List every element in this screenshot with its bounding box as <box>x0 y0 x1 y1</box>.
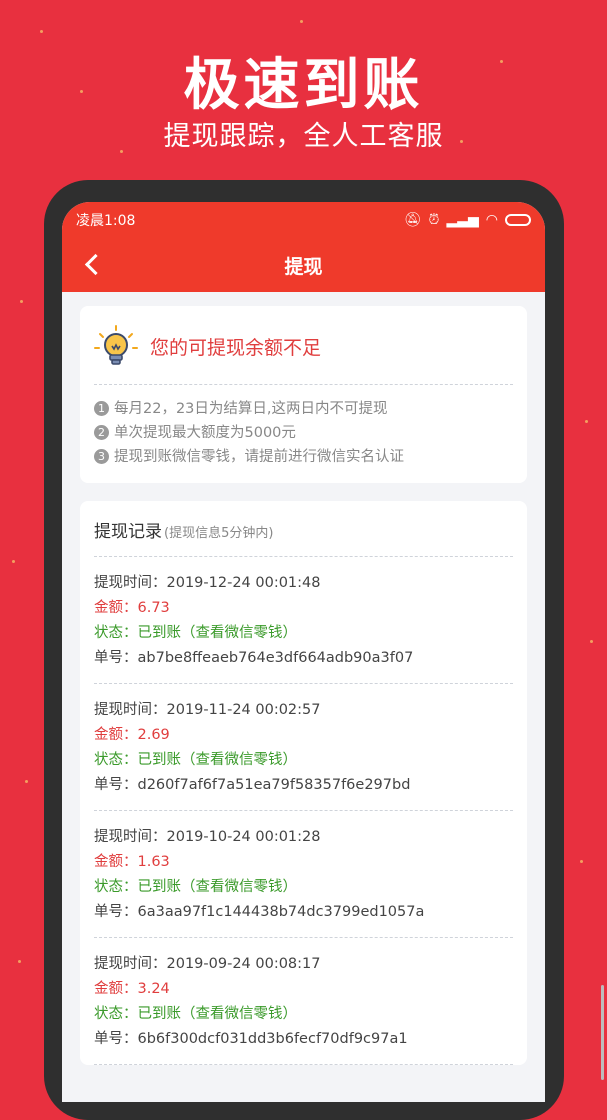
rule-item: 2 单次提现最大额度为5000元 <box>94 421 513 445</box>
record-amount: 金额：1.63 <box>94 854 170 870</box>
records-card: 提现记录 (提现信息5分钟内) 提现时间：2019-12-24 00:01:48 … <box>80 501 527 1065</box>
rule-text: 每月22，23日为结算日,这两日内不可提现 <box>114 401 388 417</box>
record-status[interactable]: 状态：已到账（查看微信零钱） <box>94 748 513 773</box>
rule-item: 1 每月22，23日为结算日,这两日内不可提现 <box>94 397 513 421</box>
records-title: 提现记录 <box>94 522 162 542</box>
nav-bar: 提现 <box>62 238 545 292</box>
number-badge-icon: 2 <box>94 425 109 440</box>
status-bar: 凌晨1:08 🔕︎ ⏰︎ ▂▃▅ ◠ <box>62 202 545 238</box>
record-time: 提现时间：2019-10-24 00:01:28 <box>94 829 321 845</box>
record-item: 提现时间：2019-12-24 00:01:48 金额：6.73 状态：已到账（… <box>94 557 513 684</box>
record-amount: 金额：3.24 <box>94 981 170 997</box>
record-order-number: 单号：d260f7af6f7a51ea79f58357f6e297bd <box>94 777 411 793</box>
record-item: 提现时间：2019-10-24 00:01:28 金额：1.63 状态：已到账（… <box>94 811 513 938</box>
alarm-icon: ⏰︎ <box>428 212 440 228</box>
record-item: 提现时间：2019-09-24 00:08:17 金额：3.24 状态：已到账（… <box>94 938 513 1065</box>
notice-header: 您的可提现余额不足 <box>94 324 513 385</box>
number-badge-icon: 3 <box>94 449 109 464</box>
notice-card: 您的可提现余额不足 1 每月22，23日为结算日,这两日内不可提现 2 单次提现最大… <box>80 306 527 483</box>
rule-text: 提现到账微信零钱，请提前进行微信实名认证 <box>114 449 404 465</box>
battery-icon <box>505 214 531 226</box>
lightbulb-icon <box>94 325 138 365</box>
record-order-number: 单号：6b6f300dcf031dd3b6fecf70df9c97a1 <box>94 1031 408 1047</box>
promo-subtitle: 提现跟踪，全人工客服 <box>163 121 444 152</box>
promo-title: 极速到账 <box>183 53 424 118</box>
phone-screen: 凌晨1:08 🔕︎ ⏰︎ ▂▃▅ ◠ 提现 您的可提现余额不足 1 每月22，2… <box>62 202 545 1102</box>
rules-list: 1 每月22，23日为结算日,这两日内不可提现 2 单次提现最大额度为5000元 3… <box>94 385 513 469</box>
page-title: 提现 <box>284 255 323 278</box>
records-header: 提现记录 (提现信息5分钟内) <box>94 501 513 557</box>
record-time: 提现时间：2019-09-24 00:08:17 <box>94 956 321 972</box>
status-icons: 🔕︎ ⏰︎ ▂▃▅ ◠ <box>404 212 531 228</box>
records-note: (提现信息5分钟内) <box>164 526 274 541</box>
rule-item: 3 提现到账微信零钱，请提前进行微信实名认证 <box>94 445 513 469</box>
record-time: 提现时间：2019-12-24 00:01:48 <box>94 575 321 591</box>
main-content: 您的可提现余额不足 1 每月22，23日为结算日,这两日内不可提现 2 单次提现最大… <box>62 292 545 1065</box>
mute-icon: 🔕︎ <box>403 212 422 228</box>
wifi-icon: ◠ <box>485 212 498 228</box>
record-status[interactable]: 状态：已到账（查看微信零钱） <box>94 621 513 646</box>
number-badge-icon: 1 <box>94 401 109 416</box>
scrollbar[interactable] <box>601 985 604 1080</box>
record-order-number: 单号：6a3aa97f1c144438b74dc3799ed1057a <box>94 904 425 920</box>
record-amount: 金额：2.69 <box>94 727 170 743</box>
record-amount: 金额：6.73 <box>94 600 170 616</box>
rule-text: 单次提现最大额度为5000元 <box>114 425 296 441</box>
record-status[interactable]: 状态：已到账（查看微信零钱） <box>94 1002 513 1027</box>
back-arrow-icon[interactable] <box>78 249 108 279</box>
record-status[interactable]: 状态：已到账（查看微信零钱） <box>94 875 513 900</box>
record-item: 提现时间：2019-11-24 00:02:57 金额：2.69 状态：已到账（… <box>94 684 513 811</box>
record-time: 提现时间：2019-11-24 00:02:57 <box>94 702 321 718</box>
status-time: 凌晨1:08 <box>76 213 136 229</box>
signal-icon: ▂▃▅ <box>446 212 479 228</box>
record-order-number: 单号：ab7be8ffeaeb764e3df664adb90a3f07 <box>94 650 414 666</box>
notice-title: 您的可提现余额不足 <box>150 336 322 359</box>
